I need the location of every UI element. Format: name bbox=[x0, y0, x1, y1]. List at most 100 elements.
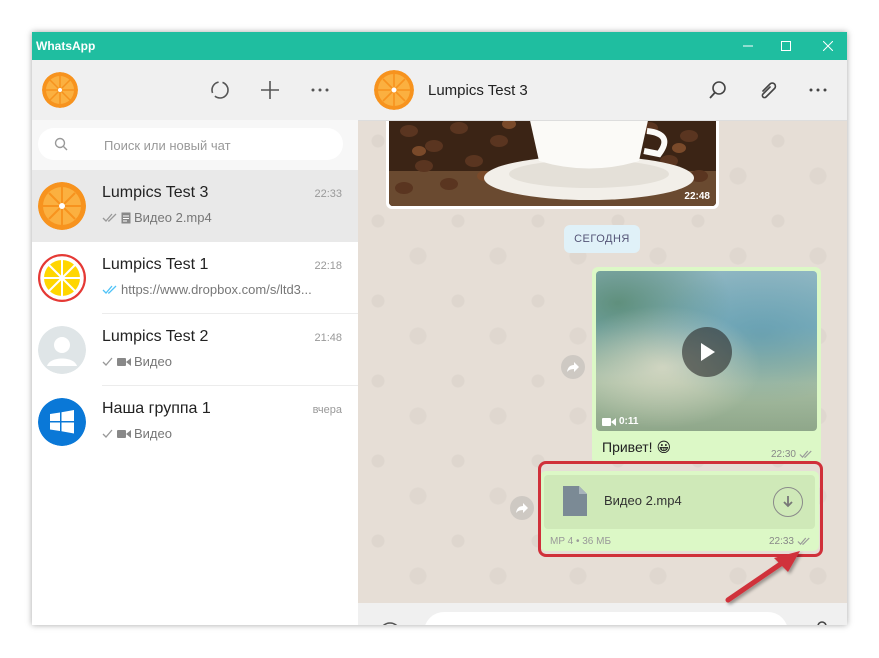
download-button[interactable] bbox=[773, 487, 803, 517]
sidebar-menu-button[interactable] bbox=[306, 76, 334, 104]
message-meta: 22:33 bbox=[769, 536, 811, 547]
single-check-icon bbox=[102, 357, 113, 366]
message-input[interactable] bbox=[424, 612, 788, 625]
double-check-blue-icon bbox=[102, 285, 117, 294]
video-icon bbox=[117, 429, 131, 438]
composer bbox=[358, 603, 847, 625]
play-icon bbox=[701, 343, 715, 361]
lemon-icon bbox=[38, 254, 86, 302]
download-icon bbox=[783, 496, 793, 508]
message-time: 22:33 bbox=[768, 536, 794, 547]
message-list[interactable]: 22:48 СЕГОДНЯ 0:11 Привет! 😀 22:30 Видео… bbox=[358, 121, 847, 603]
double-check-icon bbox=[797, 537, 810, 545]
chat-time: 21:48 bbox=[314, 332, 342, 344]
chat-name: Наша группа 1 bbox=[102, 400, 211, 417]
chat-preview-text: Видео 2.mp4 bbox=[134, 210, 212, 225]
plus-icon bbox=[261, 81, 279, 99]
sidebar: Lumpics Test 3 22:33 Видео 2.mp4 bbox=[32, 60, 359, 625]
status-icon bbox=[211, 81, 229, 99]
message-time: 22:30 bbox=[770, 449, 796, 460]
chat-preview-text: Видео bbox=[134, 426, 172, 441]
smiley-icon bbox=[382, 622, 398, 625]
maximize-button[interactable] bbox=[763, 32, 809, 60]
search-messages-button[interactable] bbox=[704, 76, 732, 104]
forward-icon bbox=[567, 362, 579, 372]
chat-time: 22:18 bbox=[314, 260, 342, 272]
more-horizontal-icon bbox=[311, 88, 329, 92]
video-duration: 0:11 bbox=[602, 416, 638, 427]
maximize-icon bbox=[781, 41, 791, 51]
file-icon bbox=[563, 486, 587, 516]
paperclip-icon bbox=[761, 82, 777, 99]
chat-time: 22:33 bbox=[314, 188, 342, 200]
message-meta: 22:30 bbox=[771, 449, 813, 460]
video-duration-text: 0:11 bbox=[619, 416, 639, 427]
video-thumbnail[interactable]: 0:11 bbox=[596, 271, 817, 431]
chat-avatar bbox=[38, 254, 86, 302]
single-check-icon bbox=[102, 429, 113, 438]
forward-button[interactable] bbox=[561, 355, 585, 379]
file-name: Видео 2.mp4 bbox=[604, 493, 682, 508]
microphone-icon bbox=[817, 621, 827, 625]
minimize-icon bbox=[743, 45, 753, 47]
file-meta: MP 4 • 36 МБ bbox=[550, 536, 612, 547]
chat-avatar bbox=[38, 182, 86, 230]
chat-preview: https://www.dropbox.com/s/ltd3... bbox=[102, 282, 342, 297]
chat-item-lumpics-test-3[interactable]: Lumpics Test 3 22:33 Видео 2.mp4 bbox=[32, 170, 358, 242]
chat-preview-text: Видео bbox=[134, 354, 172, 369]
search-icon bbox=[709, 81, 726, 99]
chat-avatar bbox=[38, 326, 86, 374]
forward-icon bbox=[516, 503, 528, 513]
chat-name: Lumpics Test 1 bbox=[102, 256, 209, 273]
file-attachment[interactable]: Видео 2.mp4 bbox=[544, 475, 815, 529]
day-separator: СЕГОДНЯ bbox=[564, 225, 640, 253]
video-caption: Привет! 😀 bbox=[602, 439, 672, 455]
my-avatar[interactable] bbox=[42, 72, 78, 108]
voice-message-button[interactable] bbox=[808, 619, 836, 625]
emoji-button[interactable] bbox=[376, 619, 404, 625]
play-button[interactable] bbox=[682, 327, 732, 377]
chat-time: вчера bbox=[312, 404, 342, 416]
chat-item-group-1[interactable]: Наша группа 1 вчера Видео bbox=[32, 386, 358, 458]
image-message[interactable]: 22:48 bbox=[386, 121, 719, 209]
chat-preview: Видео bbox=[102, 354, 342, 369]
chat-preview-text: https://www.dropbox.com/s/ltd3... bbox=[121, 282, 312, 297]
search-box bbox=[38, 128, 343, 160]
conversation-pane: Lumpics Test 3 22:48 СЕГОДНЯ 0:11 Привет… bbox=[358, 60, 847, 625]
orange-icon bbox=[42, 72, 78, 108]
coffee-cup-image-icon bbox=[389, 121, 716, 206]
video-icon bbox=[117, 357, 131, 366]
conversation-menu-button[interactable] bbox=[804, 76, 832, 104]
message-time: 22:48 bbox=[684, 191, 710, 202]
window-title: WhatsApp bbox=[36, 39, 96, 53]
app-window: WhatsApp Поиск или новый чат Lumpics Tes… bbox=[32, 32, 847, 625]
attach-button[interactable] bbox=[754, 76, 782, 104]
conversation-header: Lumpics Test 3 bbox=[358, 60, 847, 121]
close-button[interactable] bbox=[805, 32, 847, 60]
search-input[interactable] bbox=[102, 134, 326, 156]
new-chat-button[interactable] bbox=[256, 76, 284, 104]
chat-name: Lumpics Test 2 bbox=[102, 328, 209, 345]
search-icon bbox=[54, 137, 68, 151]
chat-preview: Видео bbox=[102, 426, 342, 441]
title-bar: WhatsApp bbox=[32, 32, 847, 60]
chat-item-lumpics-test-2[interactable]: Lumpics Test 2 21:48 Видео bbox=[32, 314, 358, 386]
forward-button[interactable] bbox=[510, 496, 534, 520]
coffee-image: 22:48 bbox=[389, 121, 716, 206]
double-check-icon bbox=[799, 450, 812, 458]
chat-name: Lumpics Test 3 bbox=[102, 184, 209, 201]
video-icon bbox=[602, 417, 616, 426]
orange-icon bbox=[374, 70, 414, 110]
file-message[interactable]: Видео 2.mp4 MP 4 • 36 МБ 22:33 bbox=[540, 471, 819, 551]
status-button[interactable] bbox=[206, 76, 234, 104]
chat-avatar bbox=[38, 398, 86, 446]
video-message[interactable]: 0:11 Привет! 😀 22:30 bbox=[592, 267, 821, 464]
windows-logo-icon bbox=[38, 398, 86, 446]
double-check-icon bbox=[102, 213, 117, 222]
chat-item-lumpics-test-1[interactable]: Lumpics Test 1 22:18 https://www.dropbox… bbox=[32, 242, 358, 314]
document-icon bbox=[121, 212, 131, 223]
sidebar-header bbox=[32, 60, 358, 120]
orange-icon bbox=[38, 182, 86, 230]
contact-name[interactable]: Lumpics Test 3 bbox=[428, 82, 528, 99]
contact-avatar[interactable] bbox=[374, 70, 414, 110]
